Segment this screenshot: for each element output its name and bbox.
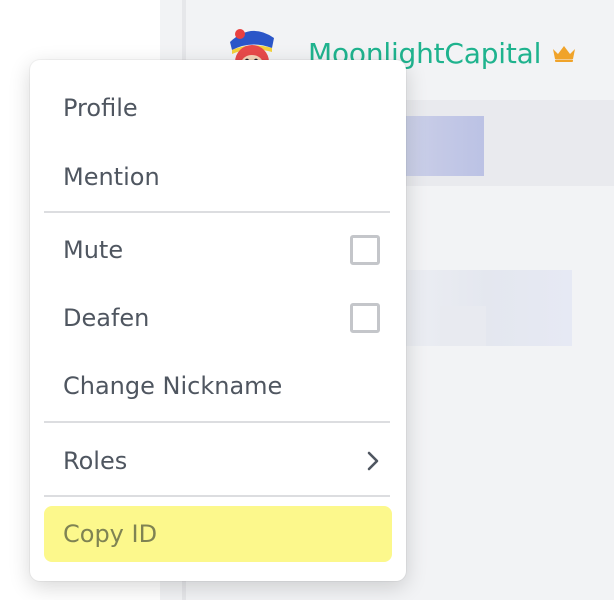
menu-item-profile[interactable]: Profile xyxy=(44,80,392,136)
menu-item-label: Mute xyxy=(63,236,124,264)
menu-item-change-nickname[interactable]: Change Nickname xyxy=(44,358,392,414)
blurred-content xyxy=(402,270,572,346)
user-context-menu: Profile Mention Mute Deafen Change Nickn… xyxy=(30,60,406,581)
menu-separator xyxy=(44,495,390,497)
menu-item-label: Profile xyxy=(63,94,138,122)
menu-separator xyxy=(44,211,390,213)
menu-item-label: Deafen xyxy=(63,304,150,332)
blurred-content xyxy=(402,116,484,176)
menu-item-mention[interactable]: Mention xyxy=(44,149,392,205)
menu-item-copy-id[interactable]: Copy ID xyxy=(44,506,392,562)
menu-item-label: Change Nickname xyxy=(63,372,283,400)
menu-item-label: Copy ID xyxy=(63,520,158,548)
menu-item-label: Mention xyxy=(63,163,160,191)
deafen-checkbox[interactable] xyxy=(350,303,380,333)
menu-item-roles[interactable]: Roles xyxy=(44,433,392,489)
mute-checkbox[interactable] xyxy=(350,235,380,265)
menu-separator xyxy=(44,421,390,423)
blurred-content xyxy=(440,306,486,346)
menu-item-deafen[interactable]: Deafen xyxy=(44,290,392,346)
menu-item-label: Roles xyxy=(63,447,128,475)
crown-icon xyxy=(551,43,577,63)
menu-item-mute[interactable]: Mute xyxy=(44,222,392,278)
chevron-right-icon xyxy=(364,450,382,472)
